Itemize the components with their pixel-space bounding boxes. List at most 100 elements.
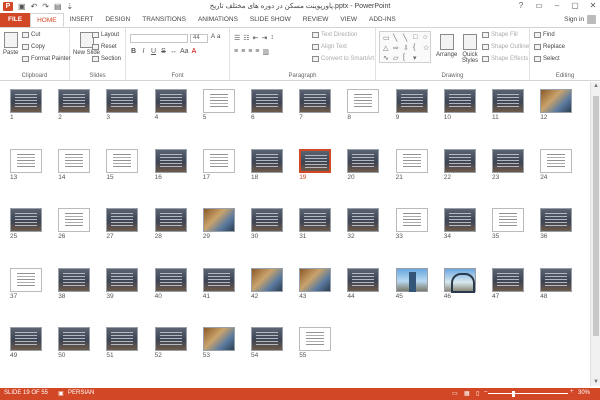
slide-thumbnail[interactable]: 23 [492, 148, 524, 181]
shrink-font-icon[interactable]: a [217, 34, 220, 40]
slide-preview[interactable] [347, 267, 380, 292]
slide-thumbnail[interactable]: 9 [395, 89, 428, 121]
line-spacing-icon[interactable]: ↕ [270, 34, 274, 42]
arrange-button[interactable]: Arrange [436, 34, 457, 58]
slide-preview[interactable] [58, 267, 91, 292]
slide-thumbnail[interactable]: 46 [443, 267, 476, 300]
paste-button[interactable]: Paste [3, 32, 18, 56]
slide-preview[interactable] [106, 267, 139, 292]
tab-insert[interactable]: INSERT [64, 13, 100, 27]
slide-thumbnail[interactable]: 1 [10, 89, 42, 121]
slide-thumbnail[interactable]: 16 [154, 148, 187, 181]
slide-preview[interactable] [395, 208, 428, 232]
shape-effects-button[interactable]: Shape Effects [482, 56, 528, 62]
change-case-icon[interactable]: Aa [180, 48, 189, 55]
slide-thumbnail[interactable]: 7 [299, 89, 332, 121]
tab-slide-show[interactable]: SLIDE SHOW [244, 13, 297, 27]
slide-thumbnail[interactable]: 8 [347, 89, 380, 121]
slide-thumbnail[interactable]: 13 [10, 148, 42, 181]
slide-preview[interactable] [443, 148, 476, 173]
arrow-right-shape-icon[interactable]: ⇨ [393, 44, 399, 52]
slide-preview[interactable] [202, 148, 235, 173]
convert-smartart-button[interactable]: Convert to SmartArt [312, 56, 374, 62]
section-button[interactable]: Section [92, 56, 121, 62]
slide-preview[interactable] [347, 148, 380, 173]
zoom-out-icon[interactable]: – [484, 389, 487, 395]
slide-preview[interactable] [251, 148, 283, 173]
arrow-down-shape-icon[interactable]: ⇩ [403, 44, 409, 52]
slide-thumbnail[interactable]: 11 [492, 89, 524, 121]
sign-in-link[interactable]: Sign in [564, 16, 584, 23]
textbox-shape-icon[interactable]: ▭ [383, 34, 390, 42]
slide-thumbnail[interactable]: 32 [347, 208, 380, 240]
slide-thumbnail[interactable]: 48 [540, 267, 573, 300]
slide-thumbnail[interactable]: 55 [299, 327, 332, 359]
select-button[interactable]: Select [534, 56, 560, 62]
slide-thumbnail[interactable]: 49 [10, 327, 42, 359]
bullets-icon[interactable]: ☰ [234, 34, 240, 42]
text-direction-button[interactable]: Text Direction [312, 32, 357, 38]
slide-thumbnail[interactable]: 18 [251, 148, 283, 181]
tab-view[interactable]: VIEW [334, 13, 363, 27]
slide-thumbnail[interactable]: 50 [58, 327, 91, 359]
slide-sorter-view-icon[interactable]: ▦ [464, 390, 470, 397]
slide-thumbnail[interactable]: 28 [154, 208, 187, 240]
slide-preview[interactable] [347, 208, 380, 232]
slide-preview[interactable] [202, 89, 235, 113]
character-spacing-icon[interactable]: ↔ [170, 48, 177, 55]
tab-home[interactable]: HOME [30, 13, 64, 27]
slide-thumbnail[interactable]: 20 [347, 148, 380, 181]
help-icon[interactable]: ? [516, 1, 526, 10]
slide-preview[interactable] [154, 327, 187, 351]
slide-thumbnail[interactable]: 53 [202, 327, 235, 359]
numbering-icon[interactable]: ☷ [243, 34, 249, 42]
slide-preview[interactable] [10, 267, 42, 292]
justify-icon[interactable]: ≡ [255, 48, 259, 56]
slide-thumbnail[interactable]: 31 [299, 208, 332, 240]
slide-preview[interactable] [395, 267, 428, 292]
slide-preview[interactable] [540, 89, 573, 113]
find-button[interactable]: Find [534, 32, 555, 38]
tab-add-ins[interactable]: ADD-INS [363, 13, 402, 27]
slide-thumbnail[interactable]: 3 [106, 89, 139, 121]
slide-thumbnail[interactable]: 2 [58, 89, 91, 121]
slide-preview[interactable] [299, 148, 332, 173]
slide-thumbnail[interactable]: 36 [540, 208, 573, 240]
star-shape-icon[interactable]: ☆ [423, 44, 429, 52]
slide-preview[interactable] [540, 148, 573, 173]
tab-review[interactable]: REVIEW [297, 13, 335, 27]
ribbon-display-options-icon[interactable]: ▭ [534, 1, 544, 10]
slide-thumbnail[interactable]: 52 [154, 327, 187, 359]
slide-preview[interactable] [492, 89, 524, 113]
slide-preview[interactable] [154, 208, 187, 232]
slide-thumbnail[interactable]: 10 [443, 89, 476, 121]
align-left-icon[interactable]: ≡ [234, 48, 238, 56]
slide-thumbnail[interactable]: 44 [347, 267, 380, 300]
slide-preview[interactable] [347, 89, 380, 113]
slide-preview[interactable] [202, 267, 235, 292]
oval-shape-icon[interactable]: ○ [423, 34, 427, 41]
scroll-thumb[interactable] [593, 96, 599, 336]
slide-thumbnail[interactable]: 21 [395, 148, 428, 181]
slide-preview[interactable] [58, 208, 91, 232]
slide-thumbnail[interactable]: 17 [202, 148, 235, 181]
slide-thumbnail[interactable]: 5 [202, 89, 235, 121]
bracket-shape-icon[interactable]: [ [403, 54, 405, 61]
slide-thumbnail[interactable]: 12 [540, 89, 573, 121]
slide-thumbnail[interactable]: 39 [106, 267, 139, 300]
decrease-indent-icon[interactable]: ⇤ [253, 34, 259, 42]
slide-thumbnail[interactable]: 41 [202, 267, 235, 300]
slide-preview[interactable] [154, 89, 187, 113]
increase-indent-icon[interactable]: ⇥ [261, 34, 267, 42]
slide-thumbnail[interactable]: 34 [443, 208, 476, 240]
tab-file[interactable]: FILE [0, 13, 31, 27]
slide-thumbnail[interactable]: 14 [58, 148, 91, 181]
slide-preview[interactable] [58, 327, 91, 351]
tab-transitions[interactable]: TRANSITIONS [136, 13, 192, 27]
slide-preview[interactable] [10, 327, 42, 351]
slide-preview[interactable] [492, 208, 524, 232]
slide-preview[interactable] [154, 148, 187, 173]
slide-thumbnail[interactable]: 35 [492, 208, 524, 240]
zoom-in-icon[interactable]: + [570, 389, 574, 395]
reading-view-icon[interactable]: ▯ [476, 390, 479, 397]
